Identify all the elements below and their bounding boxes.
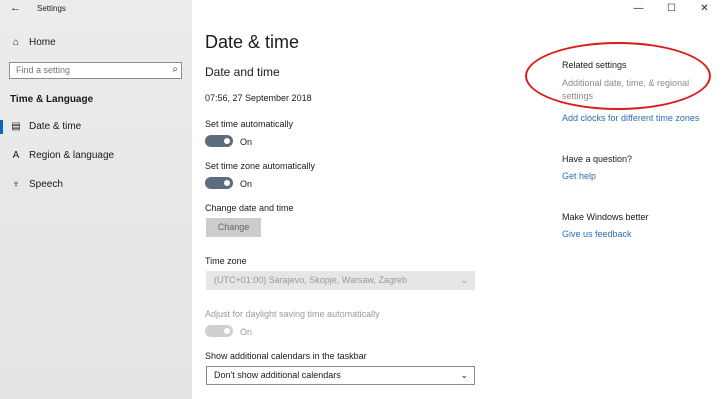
set-timezone-auto-label: Set time zone automatically (205, 161, 316, 171)
chevron-down-icon: ⌄ (460, 370, 468, 380)
calendars-select[interactable]: Don't show additional calendars ⌄ (206, 366, 475, 385)
feedback-heading: Make Windows better (562, 212, 649, 222)
globe-icon: A (12, 150, 20, 161)
sidebar-item-label: Date & time (29, 121, 82, 132)
time-zone-select[interactable]: (UTC+01:00) Sarajevo, Skopje, Warsaw, Za… (206, 271, 475, 290)
calendars-label: Show additional calendars in the taskbar (205, 351, 367, 361)
title-bar: ← Settings (0, 0, 192, 18)
daylight-label: Adjust for daylight saving time automati… (205, 309, 380, 319)
change-date-label: Change date and time (205, 203, 294, 213)
feedback-link[interactable]: Give us feedback (562, 229, 632, 239)
sidebar-item-speech[interactable]: ♆ Speech (10, 179, 63, 190)
annotation-ellipse (525, 42, 711, 110)
change-button[interactable]: Change (206, 218, 261, 237)
question-heading: Have a question? (562, 154, 633, 164)
set-timezone-auto-state: On (240, 179, 253, 189)
sidebar-item-date-time[interactable]: ▤ Date & time (10, 121, 81, 132)
set-timezone-auto-toggle[interactable] (205, 177, 233, 189)
daylight-toggle[interactable] (205, 325, 233, 337)
daylight-state: On (240, 327, 253, 337)
section-heading: Time & Language (10, 94, 94, 105)
search-input[interactable] (16, 65, 166, 75)
page-title: Date & time (205, 32, 300, 52)
microphone-icon: ♆ (12, 179, 20, 190)
time-zone-label: Time zone (205, 256, 247, 266)
back-arrow-icon[interactable]: ← (10, 2, 21, 14)
sidebar: ← Settings ⌂ Home ⌕ Time & Language ▤ Da… (0, 0, 192, 399)
selection-indicator (0, 120, 3, 134)
set-time-auto-state: On (240, 137, 253, 147)
set-time-auto-label: Set time automatically (205, 119, 294, 129)
section-title: Date and time (205, 65, 280, 79)
search-box[interactable]: ⌕ (9, 62, 182, 79)
sidebar-item-label: Region & language (29, 150, 115, 161)
get-help-link[interactable]: Get help (562, 171, 596, 181)
calendar-icon: ▤ (11, 121, 21, 132)
time-zone-value: (UTC+01:00) Sarajevo, Skopje, Warsaw, Za… (214, 275, 407, 285)
sidebar-item-region-language[interactable]: A Region & language (10, 150, 114, 161)
nav-home-label: Home (29, 37, 56, 48)
calendars-value: Don't show additional calendars (214, 370, 341, 380)
home-icon: ⌂ (12, 37, 20, 48)
search-icon[interactable]: ⌕ (172, 64, 178, 75)
nav-home[interactable]: ⌂ Home (10, 37, 56, 48)
chevron-down-icon: ⌄ (460, 275, 468, 285)
app-title: Settings (37, 4, 66, 13)
add-clocks-link[interactable]: Add clocks for different time zones (562, 113, 699, 123)
set-time-auto-toggle[interactable] (205, 135, 233, 147)
current-datetime: 07:56, 27 September 2018 (205, 93, 312, 103)
sidebar-item-label: Speech (29, 179, 63, 190)
